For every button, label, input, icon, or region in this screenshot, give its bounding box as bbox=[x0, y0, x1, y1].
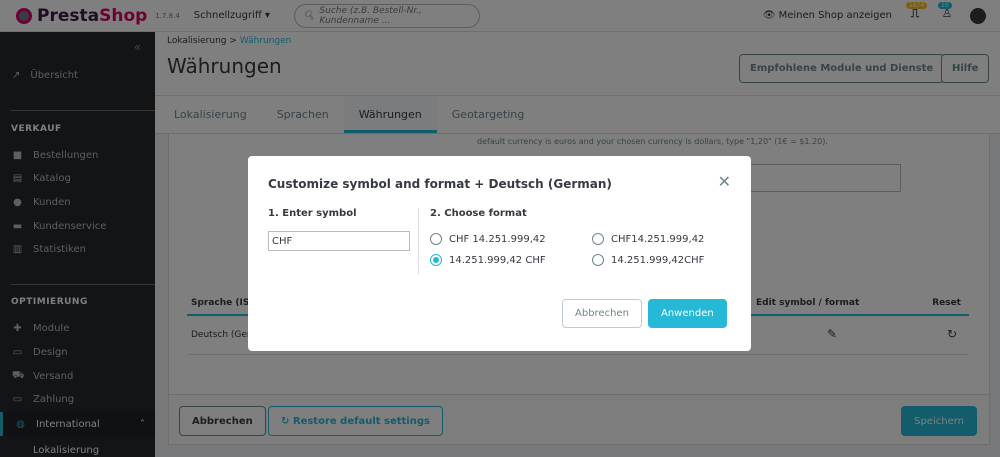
format-radio-3[interactable]: 14.251.999,42 CHF bbox=[430, 254, 546, 266]
format-label: 14.251.999,42 CHF bbox=[449, 254, 546, 266]
close-icon[interactable]: ✕ bbox=[718, 172, 731, 191]
radio-icon bbox=[592, 254, 604, 266]
apply-button[interactable]: Anwenden bbox=[648, 299, 727, 328]
radio-icon bbox=[430, 233, 442, 245]
format-radio-2[interactable]: CHF14.251.999,42 bbox=[592, 233, 704, 245]
format-label: CHF14.251.999,42 bbox=[611, 233, 705, 245]
radio-checked-icon bbox=[430, 254, 442, 266]
modal-title: Customize symbol and format + Deutsch (G… bbox=[268, 177, 612, 191]
modal-cancel-button[interactable]: Abbrechen bbox=[562, 299, 642, 328]
step1-label: 1. Enter symbol bbox=[268, 208, 357, 219]
customize-format-modal: Customize symbol and format + Deutsch (G… bbox=[248, 156, 751, 351]
step2-label: 2. Choose format bbox=[430, 208, 527, 219]
format-label: CHF 14.251.999,42 bbox=[449, 233, 546, 245]
format-radio-4[interactable]: 14.251.999,42CHF bbox=[592, 254, 704, 266]
symbol-input[interactable] bbox=[268, 231, 410, 251]
divider bbox=[418, 208, 419, 274]
format-label: 14.251.999,42CHF bbox=[611, 254, 705, 266]
radio-icon bbox=[592, 233, 604, 245]
format-radio-1[interactable]: CHF 14.251.999,42 bbox=[430, 233, 546, 245]
